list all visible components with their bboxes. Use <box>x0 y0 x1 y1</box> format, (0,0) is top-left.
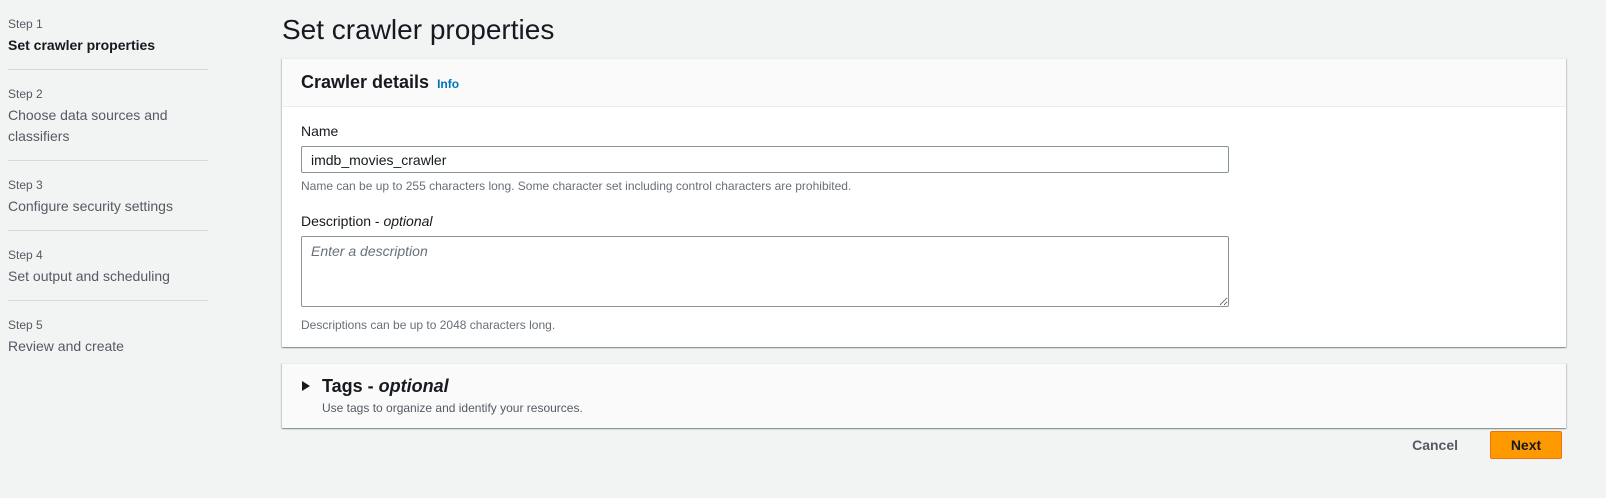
name-constraint-text: Name can be up to 255 characters long. S… <box>301 179 852 193</box>
crawler-details-panel: Crawler details Info Name Name can be up… <box>282 58 1566 347</box>
step-title-review-create[interactable]: Review and create <box>8 336 208 357</box>
wizard-navigation: Step 1 Set crawler properties Step 2 Cho… <box>8 14 208 384</box>
page-title: Set crawler properties <box>282 14 555 45</box>
description-constraint-text: Descriptions can be up to 2048 character… <box>301 318 556 332</box>
caret-right-icon <box>302 381 310 391</box>
step-number: Step 4 <box>8 248 43 262</box>
wizard-step-1: Step 1 Set crawler properties <box>8 14 208 70</box>
panel-body: Name Name can be up to 255 characters lo… <box>282 107 1566 347</box>
wizard-step-5: Step 5 Review and create <box>8 315 208 370</box>
name-label: Name <box>301 123 339 139</box>
description-textarea[interactable] <box>301 236 1229 307</box>
info-link[interactable]: Info <box>437 77 459 91</box>
tags-description: Use tags to organize and identify your r… <box>322 401 583 415</box>
step-number: Step 3 <box>8 178 43 192</box>
cancel-button[interactable]: Cancel <box>1392 431 1478 459</box>
wizard-step-4: Step 4 Set output and scheduling <box>8 245 208 301</box>
tags-title: Tags - optional <box>322 375 449 397</box>
name-field-group: Name Name can be up to 255 characters lo… <box>301 121 1547 194</box>
main-content: Set crawler properties Crawler details I… <box>282 0 1566 428</box>
wizard-actions: Cancel Next <box>1392 431 1562 459</box>
tags-expandable-section: Tags - optional Use tags to organize and… <box>282 363 1566 428</box>
description-label-text: Description - <box>301 213 384 229</box>
step-number: Step 1 <box>8 17 43 31</box>
step-title-output-scheduling[interactable]: Set output and scheduling <box>8 266 208 287</box>
description-field-group: Description - optional Descriptions can … <box>301 211 1547 333</box>
next-button[interactable]: Next <box>1490 431 1562 459</box>
step-title-set-crawler-properties[interactable]: Set crawler properties <box>8 35 208 56</box>
step-title-choose-data-sources[interactable]: Choose data sources and classifiers <box>8 105 208 147</box>
step-number: Step 2 <box>8 87 43 101</box>
panel-title: Crawler details <box>301 72 430 92</box>
wizard-step-2: Step 2 Choose data sources and classifie… <box>8 84 208 161</box>
step-number: Step 5 <box>8 318 43 332</box>
tags-optional-text: optional <box>378 376 449 396</box>
tags-title-text: Tags - <box>322 376 379 396</box>
step-title-configure-security[interactable]: Configure security settings <box>8 196 208 217</box>
description-label: Description - optional <box>301 211 1547 231</box>
wizard-step-3: Step 3 Configure security settings <box>8 175 208 231</box>
description-optional-text: optional <box>383 213 433 229</box>
crawler-name-input[interactable] <box>301 146 1229 173</box>
panel-header: Crawler details Info <box>282 59 1566 107</box>
tags-toggle[interactable]: Tags - optional <box>301 375 1547 397</box>
